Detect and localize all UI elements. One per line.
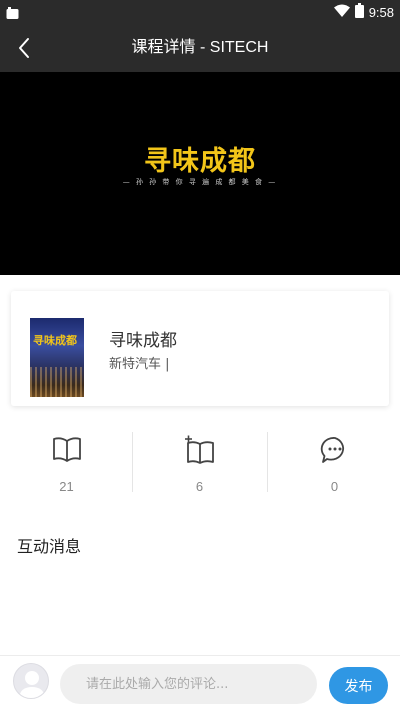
user-placeholder-icon [19, 671, 45, 698]
open-book-icon [52, 437, 81, 462]
stat-favorites[interactable]: 6 [133, 432, 266, 494]
course-organization: 新特汽车 | [109, 357, 170, 372]
stat-comments[interactable]: 0 [268, 432, 400, 494]
page-title: 课程详情 - SITECH [131, 39, 269, 56]
avatar [13, 663, 49, 699]
cover-title: 寻味成都 [33, 334, 77, 347]
comment-bar: 发布 [0, 655, 400, 710]
section-title: 互动消息 [17, 537, 82, 556]
battery-icon [354, 3, 364, 21]
video-title: 寻味成都 [144, 146, 256, 177]
add-book-icon [184, 435, 214, 464]
stat-reads[interactable]: 21 [0, 432, 133, 494]
video-player[interactable]: 寻味成都 — 孙 孙 带 你 寻 遍 成 都 美 食 — [0, 72, 400, 275]
status-bar: 9:58 [0, 0, 400, 24]
video-subtitle: — 孙 孙 带 你 寻 遍 成 都 美 食 — [122, 178, 278, 186]
cover-city-lights [30, 367, 84, 397]
comment-bubble-icon [320, 437, 344, 463]
wifi-icon [333, 4, 350, 20]
comment-input[interactable] [60, 664, 317, 704]
course-cover: 寻味成都 [30, 318, 84, 397]
status-time: 9:58 [368, 4, 394, 20]
course-stats: 21 6 0 [0, 432, 400, 494]
stat-comments-count: 0 [330, 479, 339, 494]
stat-reads-count: 21 [59, 479, 74, 494]
course-name: 寻味成都 [109, 331, 177, 351]
publish-button[interactable]: 发布 [329, 667, 388, 704]
app-bar: 课程详情 - SITECH [0, 24, 400, 72]
course-card[interactable]: 寻味成都 寻味成都 新特汽车 | [11, 291, 389, 406]
notification-square-icon [6, 5, 19, 19]
stat-favorites-count: 6 [195, 479, 204, 494]
